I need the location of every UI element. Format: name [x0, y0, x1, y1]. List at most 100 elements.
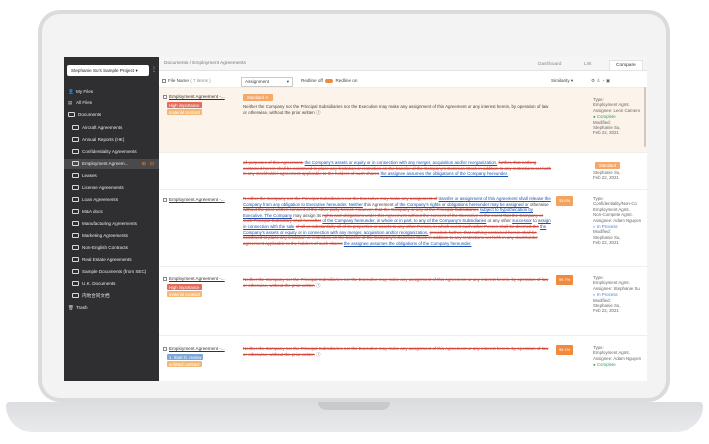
- meta-type-label: Type:: [593, 196, 604, 201]
- clause-text: all purposes of this Agreement. the Comp…: [243, 160, 553, 177]
- meta-type: Employment Agmt.: [593, 102, 630, 108]
- sidebar-item-license[interactable]: License Agreements: [64, 183, 159, 193]
- scrollbar[interactable]: [644, 87, 646, 147]
- meta-type: Employment Agmt.: [593, 350, 630, 356]
- sidebar-item-ma[interactable]: M&A docs: [64, 207, 159, 217]
- table-row[interactable]: Employment Agreement -... High importanc…: [159, 270, 647, 336]
- sidebar-item-non-english[interactable]: Non-English Contracts: [64, 243, 159, 253]
- select-all[interactable]: File Name ( 7 items ): [162, 77, 211, 85]
- sidebar-item-annual-reports[interactable]: Annual Reports (HK): [64, 135, 159, 145]
- checkbox[interactable]: [163, 346, 167, 351]
- folder-add-icon[interactable]: ⊞: [142, 159, 146, 169]
- standard-badge[interactable]: Standard: [595, 162, 620, 169]
- meta-modified-by: Stephanie Su,: [593, 170, 621, 175]
- info-icon[interactable]: ⓘ: [316, 110, 320, 115]
- inserted-text: of the Company hereunder, in whole or in…: [322, 218, 487, 224]
- table-row[interactable]: Employment Agreement -... High importanc…: [159, 88, 647, 153]
- clause-select[interactable]: Assignment ▾: [241, 77, 293, 87]
- file-add-icon[interactable]: ⊡: [150, 159, 154, 169]
- sidebar-item-real-estate[interactable]: Real Estate Agreements: [64, 255, 159, 265]
- meta-type-label: Type:: [593, 97, 604, 102]
- sidebar-item-label: Non-English Contracts: [82, 245, 128, 250]
- app-screen: Stephanie Su's Sample Project ▾ ⋮ 👤 My Fi…: [64, 57, 647, 381]
- sidebar-item-label: Sample Documents (from SEC): [82, 269, 147, 274]
- info-icon[interactable]: ⓘ: [316, 283, 320, 288]
- status-label: Complete: [596, 114, 616, 120]
- trash-icon: 🗑: [68, 305, 74, 310]
- breadcrumb-root[interactable]: Documents: [164, 61, 188, 66]
- deleted-text: Neither the Company nor the Principal Su…: [243, 277, 549, 288]
- sidebar-item-documents[interactable]: Documents: [64, 110, 159, 120]
- sidebar-item-all-files[interactable]: ▤ All Files: [64, 98, 159, 108]
- folder-icon: [72, 173, 79, 178]
- breadcrumb: Documents / Employment Agreements: [159, 57, 647, 71]
- folder-icon: [72, 281, 79, 286]
- document-title[interactable]: Employment Agreement -...: [163, 197, 225, 202]
- chevron-down-icon: ▾: [286, 79, 289, 84]
- meta-type: Employment Agmt.: [593, 280, 630, 286]
- clause-segment: this Agreement: [364, 201, 394, 207]
- clock-icon[interactable]: ◔: [602, 78, 605, 83]
- similarity-header[interactable]: Similarity ▾: [551, 77, 573, 85]
- sidebar-item-aircraft[interactable]: Aircraft Agreements: [64, 123, 159, 133]
- clause-content: Neither the Company nor the Principal Su…: [243, 104, 549, 115]
- check-icon: ●: [593, 114, 596, 120]
- document-title[interactable]: Employment Agreement -...: [163, 276, 225, 281]
- calendar-icon[interactable]: ▣: [606, 78, 610, 83]
- checkbox[interactable]: [162, 78, 166, 83]
- sidebar-item-manufacturing[interactable]: Manufacturing Agreements: [64, 219, 159, 229]
- document-title[interactable]: Employment Agreement -...: [163, 94, 225, 99]
- sidebar-item-employment[interactable]: Employment Agreem... ⊞ ⊡: [64, 159, 159, 169]
- sidebar-item-leases[interactable]: Leases: [64, 171, 159, 181]
- table-row[interactable]: all purposes of this Agreement. the Comp…: [159, 158, 647, 190]
- redline-switch[interactable]: [325, 78, 334, 83]
- checkbox[interactable]: [163, 94, 167, 99]
- sidebar-item-trash[interactable]: 🗑 Trash: [64, 303, 159, 313]
- clause-segment: may assign its: [293, 212, 322, 218]
- meta-modified-label: Modified:: [593, 119, 611, 125]
- sidebar-item-label: 内地合同文档: [82, 293, 110, 298]
- standard-badge[interactable]: Standard ✕: [243, 94, 273, 101]
- redline-on-label: Redline on: [335, 78, 358, 83]
- tab-list[interactable]: List: [578, 60, 597, 70]
- meta-assignee: Assignee: Adam Nguyen: [593, 355, 642, 361]
- meta-modified-date: Feb 22, 2021: [593, 308, 619, 314]
- meta-type: Employment Agmt.: [593, 206, 630, 212]
- redline-toggle[interactable]: Redline off Redline on: [301, 77, 357, 85]
- meta-modified-by: Stephanie Su,: [593, 303, 621, 309]
- more-icon[interactable]: ⋮: [151, 65, 157, 76]
- sidebar-item-uk-docs[interactable]: U.K. Documents: [64, 279, 159, 289]
- sidebar-item-my-files[interactable]: 👤 My Files: [64, 87, 159, 97]
- project-selector[interactable]: Stephanie Su's Sample Project ▾: [67, 65, 149, 76]
- chevron-down-icon: ▾: [135, 68, 138, 73]
- checkbox[interactable]: [163, 197, 167, 202]
- table-row[interactable]: Employment Agreement -... N either the C…: [159, 193, 647, 267]
- gear-icon[interactable]: ⚙: [591, 78, 595, 83]
- sidebar-item-label: Trash: [76, 305, 88, 310]
- meta-type-label: Type:: [593, 275, 604, 280]
- sidebar-item-label: Annual Reports (HK): [82, 137, 125, 142]
- sidebar-item-sample-docs[interactable]: Sample Documents (from SEC): [64, 267, 159, 277]
- info-icon[interactable]: ⓘ: [316, 352, 320, 357]
- similarity-badge: 99.1%: [556, 345, 573, 355]
- user-icon[interactable]: ♙: [596, 78, 600, 83]
- laptop-notch: [318, 402, 390, 410]
- sidebar-item-label: Real Estate Agreements: [82, 257, 132, 262]
- tab-compare[interactable]: Compare: [609, 60, 643, 70]
- document-title-text: Employment Agreement -...: [169, 346, 225, 351]
- tab-dashboard[interactable]: Dashboard: [532, 60, 567, 70]
- deleted-text: N either the Company nor the Principal S…: [243, 196, 438, 201]
- checkbox[interactable]: [163, 276, 167, 281]
- document-title-text: Employment Agreement -...: [169, 94, 225, 99]
- sidebar-item-confidentiality[interactable]: Confidentiality Agreements: [64, 147, 159, 157]
- sidebar-item-marketing[interactable]: Marketing Agreements: [64, 231, 159, 241]
- document-title[interactable]: Employment Agreement -...: [163, 346, 225, 351]
- table-row[interactable]: Employment Agreement -... 1. Start G. re…: [159, 340, 647, 381]
- folder-icon: [72, 137, 79, 142]
- sidebar-item-loan[interactable]: Loan Agreements: [64, 195, 159, 205]
- tag-contract-type: unlisted contract: [167, 361, 202, 367]
- file-name-header[interactable]: File Name: [168, 78, 189, 83]
- sidebar-item-mainland[interactable]: 内地合同文档: [64, 291, 159, 301]
- project-label: Stephanie Su's Sample Project: [71, 68, 135, 73]
- standard-label: Standard: [247, 95, 264, 100]
